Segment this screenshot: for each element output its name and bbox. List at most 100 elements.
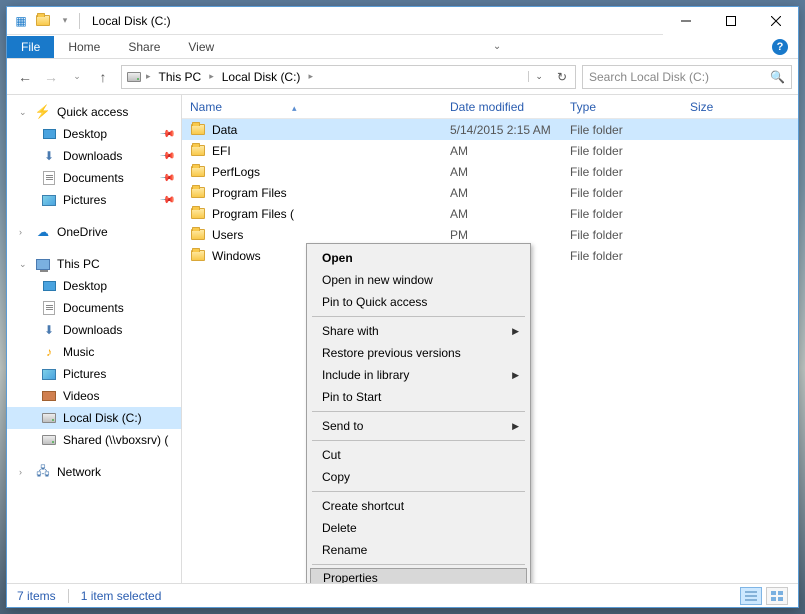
minimize-button[interactable] [663, 7, 708, 35]
breadcrumb-this-pc[interactable]: This PC [155, 68, 206, 86]
tab-file[interactable]: File [7, 36, 54, 58]
navitem-downloads[interactable]: ⬇Downloads📌 [7, 145, 181, 167]
file-name: Program Files ( [212, 207, 294, 221]
context-menu-restore-previous-versions[interactable]: Restore previous versions [310, 342, 527, 364]
chevron-right-icon[interactable]: › [19, 227, 29, 237]
back-button[interactable]: ← [13, 65, 37, 89]
context-menu-rename[interactable]: Rename [310, 539, 527, 561]
file-row[interactable]: Data5/14/2015 2:15 AMFile folder [182, 119, 798, 140]
chevron-down-icon[interactable]: ⌄ [19, 107, 29, 118]
tab-home[interactable]: Home [54, 36, 114, 58]
file-row[interactable]: Program Files (AMFile folder [182, 203, 798, 224]
chevron-right-icon[interactable]: ▸ [146, 71, 151, 82]
file-row[interactable]: Program FilesAMFile folder [182, 182, 798, 203]
navitem-desktop[interactable]: Desktop📌 [7, 123, 181, 145]
context-menu-delete[interactable]: Delete [310, 517, 527, 539]
file-row[interactable]: PerfLogsAMFile folder [182, 161, 798, 182]
file-row[interactable]: UsersPMFile folder [182, 224, 798, 245]
context-menu: OpenOpen in new windowPin to Quick acces… [306, 243, 531, 583]
navitem-pictures[interactable]: Pictures [7, 363, 181, 385]
qat-folder-icon[interactable] [35, 13, 51, 29]
ribbon-collapse-icon[interactable]: ⌄ [493, 41, 501, 52]
navgroup-this-pc[interactable]: ⌄ This PC [7, 253, 181, 275]
submenu-arrow-icon: ▶ [512, 326, 519, 337]
sort-arrow-icon: ▴ [222, 103, 297, 113]
context-menu-share-with[interactable]: Share with▶ [310, 320, 527, 342]
tab-share[interactable]: Share [114, 36, 174, 58]
ribbon-tab-bar: File Home Share View ⌄ ? [7, 35, 798, 59]
navitem-videos[interactable]: Videos [7, 385, 181, 407]
context-menu-label: Copy [322, 470, 350, 484]
up-button[interactable]: ↑ [91, 65, 115, 89]
context-menu-label: Cut [322, 448, 341, 462]
context-menu-copy[interactable]: Copy [310, 466, 527, 488]
navgroup-onedrive[interactable]: › ☁ OneDrive [7, 221, 181, 243]
status-bar: 7 items 1 item selected [7, 583, 798, 607]
view-icons-button[interactable] [766, 587, 788, 605]
navigation-pane[interactable]: ⌄ ⚡ Quick access Desktop📌⬇Downloads📌Docu… [7, 95, 182, 583]
search-icon[interactable]: 🔍 [770, 70, 785, 84]
file-type: File folder [566, 186, 686, 200]
navitem-local-disk-c-[interactable]: Local Disk (C:) [7, 407, 181, 429]
file-date: AM [446, 144, 566, 158]
file-name: EFI [212, 144, 231, 158]
network-icon: 🖧 [35, 464, 51, 480]
column-header-size[interactable]: Size [682, 100, 752, 114]
address-toolbar: ← → ⌄ ↑ ▸ This PC ▸ Local Disk (C:) ▸ ⌄ … [7, 59, 798, 95]
context-menu-send-to[interactable]: Send to▶ [310, 415, 527, 437]
navgroup-quick-access[interactable]: ⌄ ⚡ Quick access [7, 101, 181, 123]
address-dropdown-icon[interactable]: ⌄ [528, 71, 549, 82]
icons-view-icon [771, 591, 783, 601]
navitem-pictures[interactable]: Pictures📌 [7, 189, 181, 211]
navitem-documents[interactable]: Documents📌 [7, 167, 181, 189]
chevron-right-icon[interactable]: ▸ [209, 71, 214, 82]
qat-dropdown-icon[interactable]: ▾ [57, 13, 73, 29]
context-menu-open-in-new-window[interactable]: Open in new window [310, 269, 527, 291]
context-menu-properties[interactable]: Properties [310, 568, 527, 583]
navitem-music[interactable]: ♪Music [7, 341, 181, 363]
navitem-documents[interactable]: Documents [7, 297, 181, 319]
nav-label: Pictures [63, 367, 106, 381]
view-details-button[interactable] [740, 587, 762, 605]
refresh-icon[interactable]: ↻ [553, 70, 571, 84]
maximize-button[interactable] [708, 7, 753, 35]
submenu-arrow-icon: ▶ [512, 370, 519, 381]
tab-view[interactable]: View [174, 36, 228, 58]
context-menu-pin-to-quick-access[interactable]: Pin to Quick access [310, 291, 527, 313]
help-icon[interactable]: ? [772, 39, 788, 55]
file-name: PerfLogs [212, 165, 260, 179]
nav-label: Local Disk (C:) [63, 411, 142, 425]
nav-label: Shared (\\vboxsrv) ( [63, 433, 168, 447]
context-menu-include-in-library[interactable]: Include in library▶ [310, 364, 527, 386]
breadcrumb-local-disk[interactable]: Local Disk (C:) [218, 68, 305, 86]
onedrive-icon: ☁ [35, 224, 51, 240]
folder-icon [190, 164, 206, 180]
context-menu-pin-to-start[interactable]: Pin to Start [310, 386, 527, 408]
navitem-desktop[interactable]: Desktop [7, 275, 181, 297]
navgroup-network[interactable]: › 🖧 Network [7, 461, 181, 483]
context-menu-create-shortcut[interactable]: Create shortcut [310, 495, 527, 517]
nav-label: Music [63, 345, 94, 359]
navitem-downloads[interactable]: ⬇Downloads [7, 319, 181, 341]
context-menu-label: Properties [323, 571, 378, 583]
chevron-right-icon[interactable]: ▸ [308, 71, 313, 82]
file-row[interactable]: EFI AMFile folder [182, 140, 798, 161]
file-type: File folder [566, 144, 686, 158]
context-menu-label: Restore previous versions [322, 346, 461, 360]
forward-button[interactable]: → [39, 65, 63, 89]
address-bar[interactable]: ▸ This PC ▸ Local Disk (C:) ▸ ⌄ ↻ [121, 65, 576, 89]
column-header-date[interactable]: Date modified [442, 100, 562, 114]
context-menu-separator [312, 440, 525, 441]
navitem-shared-vboxsrv-[interactable]: Shared (\\vboxsrv) ( [7, 429, 181, 451]
search-input[interactable]: Search Local Disk (C:) 🔍 [582, 65, 792, 89]
context-menu-cut[interactable]: Cut [310, 444, 527, 466]
history-dropdown-icon[interactable]: ⌄ [65, 65, 89, 89]
context-menu-open[interactable]: Open [310, 247, 527, 269]
chevron-right-icon[interactable]: › [19, 467, 29, 477]
column-header-name[interactable]: Name▴ [182, 100, 442, 114]
nav-label: Downloads [63, 149, 122, 163]
chevron-down-icon[interactable]: ⌄ [19, 259, 29, 270]
close-button[interactable] [753, 7, 798, 35]
file-date: AM [446, 207, 566, 221]
column-header-type[interactable]: Type [562, 100, 682, 114]
